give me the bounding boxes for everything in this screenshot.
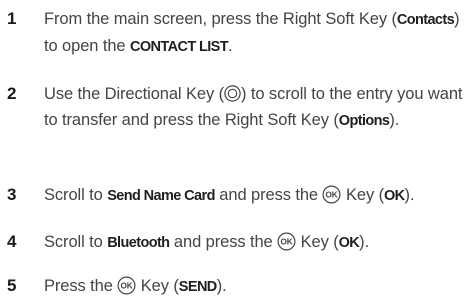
- step-text-segment: Key (: [136, 277, 179, 295]
- step-text: Scroll to Send Name Card and press the O…: [44, 182, 468, 209]
- ok-key-icon: OK: [277, 232, 296, 251]
- key-label: Contacts: [396, 12, 455, 28]
- step-text-segment: ).: [389, 111, 400, 129]
- step-text-segment: and press the: [169, 233, 278, 251]
- step-text: From the main screen, press the Right So…: [44, 6, 468, 60]
- step-text-segment: Scroll to: [44, 186, 108, 204]
- step-text-segment: Press the: [44, 277, 118, 295]
- step-text-segment: ).: [359, 233, 370, 251]
- step-text-segment: ).: [216, 277, 227, 295]
- svg-text:OK: OK: [121, 282, 133, 291]
- instruction-list: 1 From the main screen, press the Right …: [0, 0, 470, 304]
- ok-key-icon: OK: [322, 185, 341, 204]
- key-label: Bluetooth: [107, 235, 170, 251]
- step-text-segment: Key (: [341, 186, 384, 204]
- key-label: OK: [383, 188, 405, 204]
- step-number: 1: [7, 9, 17, 28]
- directional-key-icon: [224, 85, 241, 102]
- step-text: Scroll to Bluetooth and press the OK Key…: [44, 229, 468, 256]
- step-number: 3: [7, 185, 17, 204]
- step-text: Use the Directional Key () to scroll to …: [44, 81, 468, 134]
- step-text-segment: ).: [404, 186, 415, 204]
- ok-key-icon: OK: [117, 276, 136, 295]
- step-text: Press the OK Key (SEND).: [44, 273, 468, 300]
- step-text-segment: Key (: [296, 233, 339, 251]
- svg-text:OK: OK: [326, 191, 338, 200]
- step-text-segment: .: [228, 37, 233, 55]
- step-number: 5: [7, 276, 17, 295]
- step-text-segment: Use the Directional Key (: [44, 85, 224, 103]
- step-number: 4: [7, 232, 17, 251]
- step-text-segment: From the main screen, press the Right So…: [44, 10, 397, 28]
- key-label: SEND: [178, 279, 217, 295]
- key-label: Options: [338, 113, 390, 129]
- step-text-segment: Scroll to: [44, 233, 108, 251]
- step-text-segment: and press the: [214, 186, 323, 204]
- key-label: CONTACT LIST: [129, 39, 229, 55]
- svg-text:OK: OK: [281, 238, 293, 247]
- step-number: 2: [7, 84, 17, 103]
- key-label: Send Name Card: [107, 188, 215, 204]
- key-label: OK: [338, 235, 360, 251]
